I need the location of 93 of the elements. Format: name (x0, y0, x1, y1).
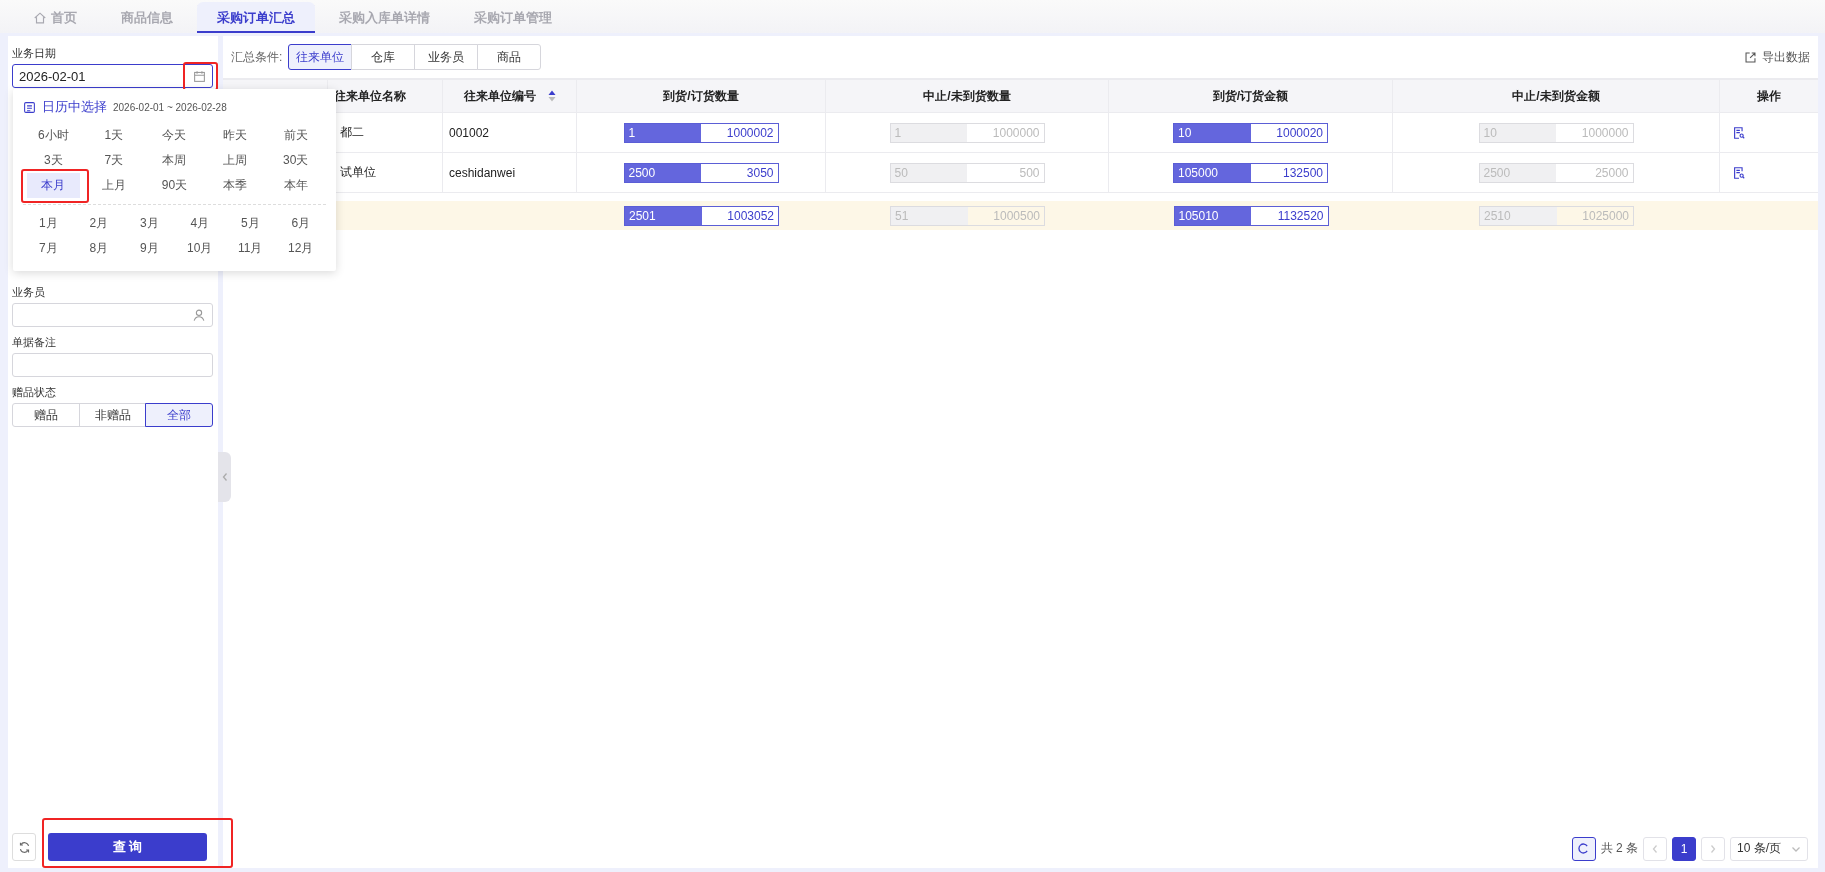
column-header: 到货/订货金额 (1109, 80, 1393, 112)
query-button[interactable]: 查 询 (48, 833, 207, 861)
external-link-icon (1744, 50, 1757, 64)
export-link[interactable]: 导出数据 (1744, 48, 1810, 66)
group-by-option[interactable]: 商品 (477, 44, 542, 70)
quick-range-option[interactable]: 本周 (148, 148, 201, 173)
home-icon (33, 10, 47, 25)
calendar-icon (193, 69, 206, 83)
chevron-down-icon (1791, 844, 1801, 853)
table-cell: 001002 (443, 113, 577, 152)
remark-field[interactable] (12, 353, 213, 377)
column-header: 中止/未到货金额 (1393, 80, 1720, 112)
bar-fill: 105000 (1174, 163, 1251, 182)
column-header: 操作 (1756, 87, 1782, 105)
chevron-left-icon (1651, 843, 1659, 854)
quick-range-option[interactable]: 昨天 (208, 123, 262, 148)
bar-fill: 2501 (625, 206, 702, 225)
quick-range-option[interactable]: 上月 (87, 173, 141, 198)
month-option[interactable]: 11月 (225, 236, 276, 261)
quick-range-option[interactable]: 6小时 (27, 123, 80, 148)
date-range: 2026-02-01 ~ 2026-02-28 (113, 101, 227, 113)
document-search-icon (1732, 165, 1746, 180)
group-by-option[interactable]: 仓库 (351, 44, 416, 70)
bar-total: 1000002 (725, 124, 775, 142)
field-label: 业务员 (12, 285, 46, 300)
quick-range-option[interactable]: 3天 (27, 148, 80, 173)
bar-total: 132500 (1281, 164, 1324, 182)
bar-fill: 1 (624, 123, 701, 142)
bar-total: 1003052 (726, 207, 775, 225)
group-by-option[interactable]: 业务员 (414, 44, 479, 70)
month-option[interactable]: 4月 (174, 211, 225, 236)
bar-total: 1000000 (1580, 124, 1630, 142)
bar-total: 1000500 (992, 207, 1041, 225)
user-icon (192, 308, 206, 322)
bar-total: 1000020 (1275, 124, 1324, 142)
quick-range-option[interactable]: 本月 (27, 173, 80, 198)
month-option[interactable]: 10月 (174, 236, 225, 261)
group-by-label: 汇总条件: (231, 48, 283, 66)
table-cell: ceshidanwei (443, 153, 577, 192)
month-option[interactable]: 8月 (73, 236, 124, 261)
bar-fill: 105010 (1174, 206, 1251, 225)
refresh-button[interactable] (1571, 836, 1596, 861)
month-option[interactable]: 9月 (124, 236, 175, 261)
page-size-select[interactable]: 10 条/页 (1730, 836, 1808, 861)
column-header: 中止/未到货数量 (826, 80, 1109, 112)
month-option[interactable]: 3月 (124, 211, 175, 236)
bar-total: 1132520 (1276, 207, 1325, 225)
next-page-button[interactable] (1701, 836, 1725, 861)
bar-total: 1025000 (1581, 207, 1630, 225)
quick-range-option[interactable]: 90天 (148, 173, 201, 198)
column-header: 到货/订货数量 (577, 80, 826, 112)
month-option[interactable]: 7月 (23, 236, 74, 261)
refresh-icon (17, 840, 31, 854)
chevron-left-icon (220, 472, 229, 482)
segment-option[interactable]: 赠品 (12, 403, 80, 427)
prev-page-button[interactable] (1643, 836, 1667, 861)
quick-range-option[interactable]: 本年 (269, 173, 322, 198)
collapse-handle[interactable] (218, 452, 231, 502)
total-count: 共 2 条 (1600, 840, 1638, 857)
quick-range-option[interactable]: 1天 (87, 123, 141, 148)
month-option[interactable]: 12月 (275, 236, 326, 261)
quick-range-option[interactable]: 7天 (87, 148, 141, 173)
field-label: 单据备注 (12, 335, 57, 350)
bar-total: 1000000 (991, 124, 1041, 142)
bar-total: 25000 (1594, 164, 1630, 182)
segment-option[interactable]: 非赠品 (78, 403, 147, 427)
document-search-icon (1732, 125, 1746, 140)
sort-icon[interactable] (547, 90, 556, 102)
field-label: 赠品状态 (12, 385, 57, 400)
month-option[interactable]: 6月 (275, 211, 326, 236)
page-button[interactable]: 1 (1672, 836, 1696, 861)
bar-fill: 10 (1174, 123, 1251, 142)
bar-fill: 2500 (624, 163, 701, 182)
month-option[interactable]: 2月 (73, 211, 124, 236)
month-option[interactable]: 1月 (23, 211, 74, 236)
bar-total: 3050 (745, 164, 775, 182)
bar-total: 500 (1018, 164, 1041, 182)
reset-button[interactable] (12, 833, 36, 861)
salesman-field[interactable] (12, 303, 213, 327)
group-by-option[interactable]: 往来单位 (288, 44, 353, 70)
field-label: 业务日期 (12, 46, 57, 61)
quick-range-option[interactable]: 本季 (208, 173, 262, 198)
segment-option[interactable]: 全部 (145, 403, 213, 427)
quick-range-option[interactable]: 30天 (269, 148, 322, 173)
calendar-list-icon (23, 100, 36, 114)
popup-title: 日历中选择 (42, 98, 107, 116)
month-option[interactable]: 5月 (225, 211, 276, 236)
column-header[interactable]: 往来单位编号 (443, 80, 577, 112)
tab[interactable]: 采购订单汇总 (197, 2, 315, 33)
quick-range-option[interactable]: 上周 (208, 148, 262, 173)
quick-range-option[interactable]: 前天 (269, 123, 322, 148)
chevron-right-icon (1709, 843, 1717, 854)
quick-range-option[interactable]: 今天 (148, 123, 201, 148)
